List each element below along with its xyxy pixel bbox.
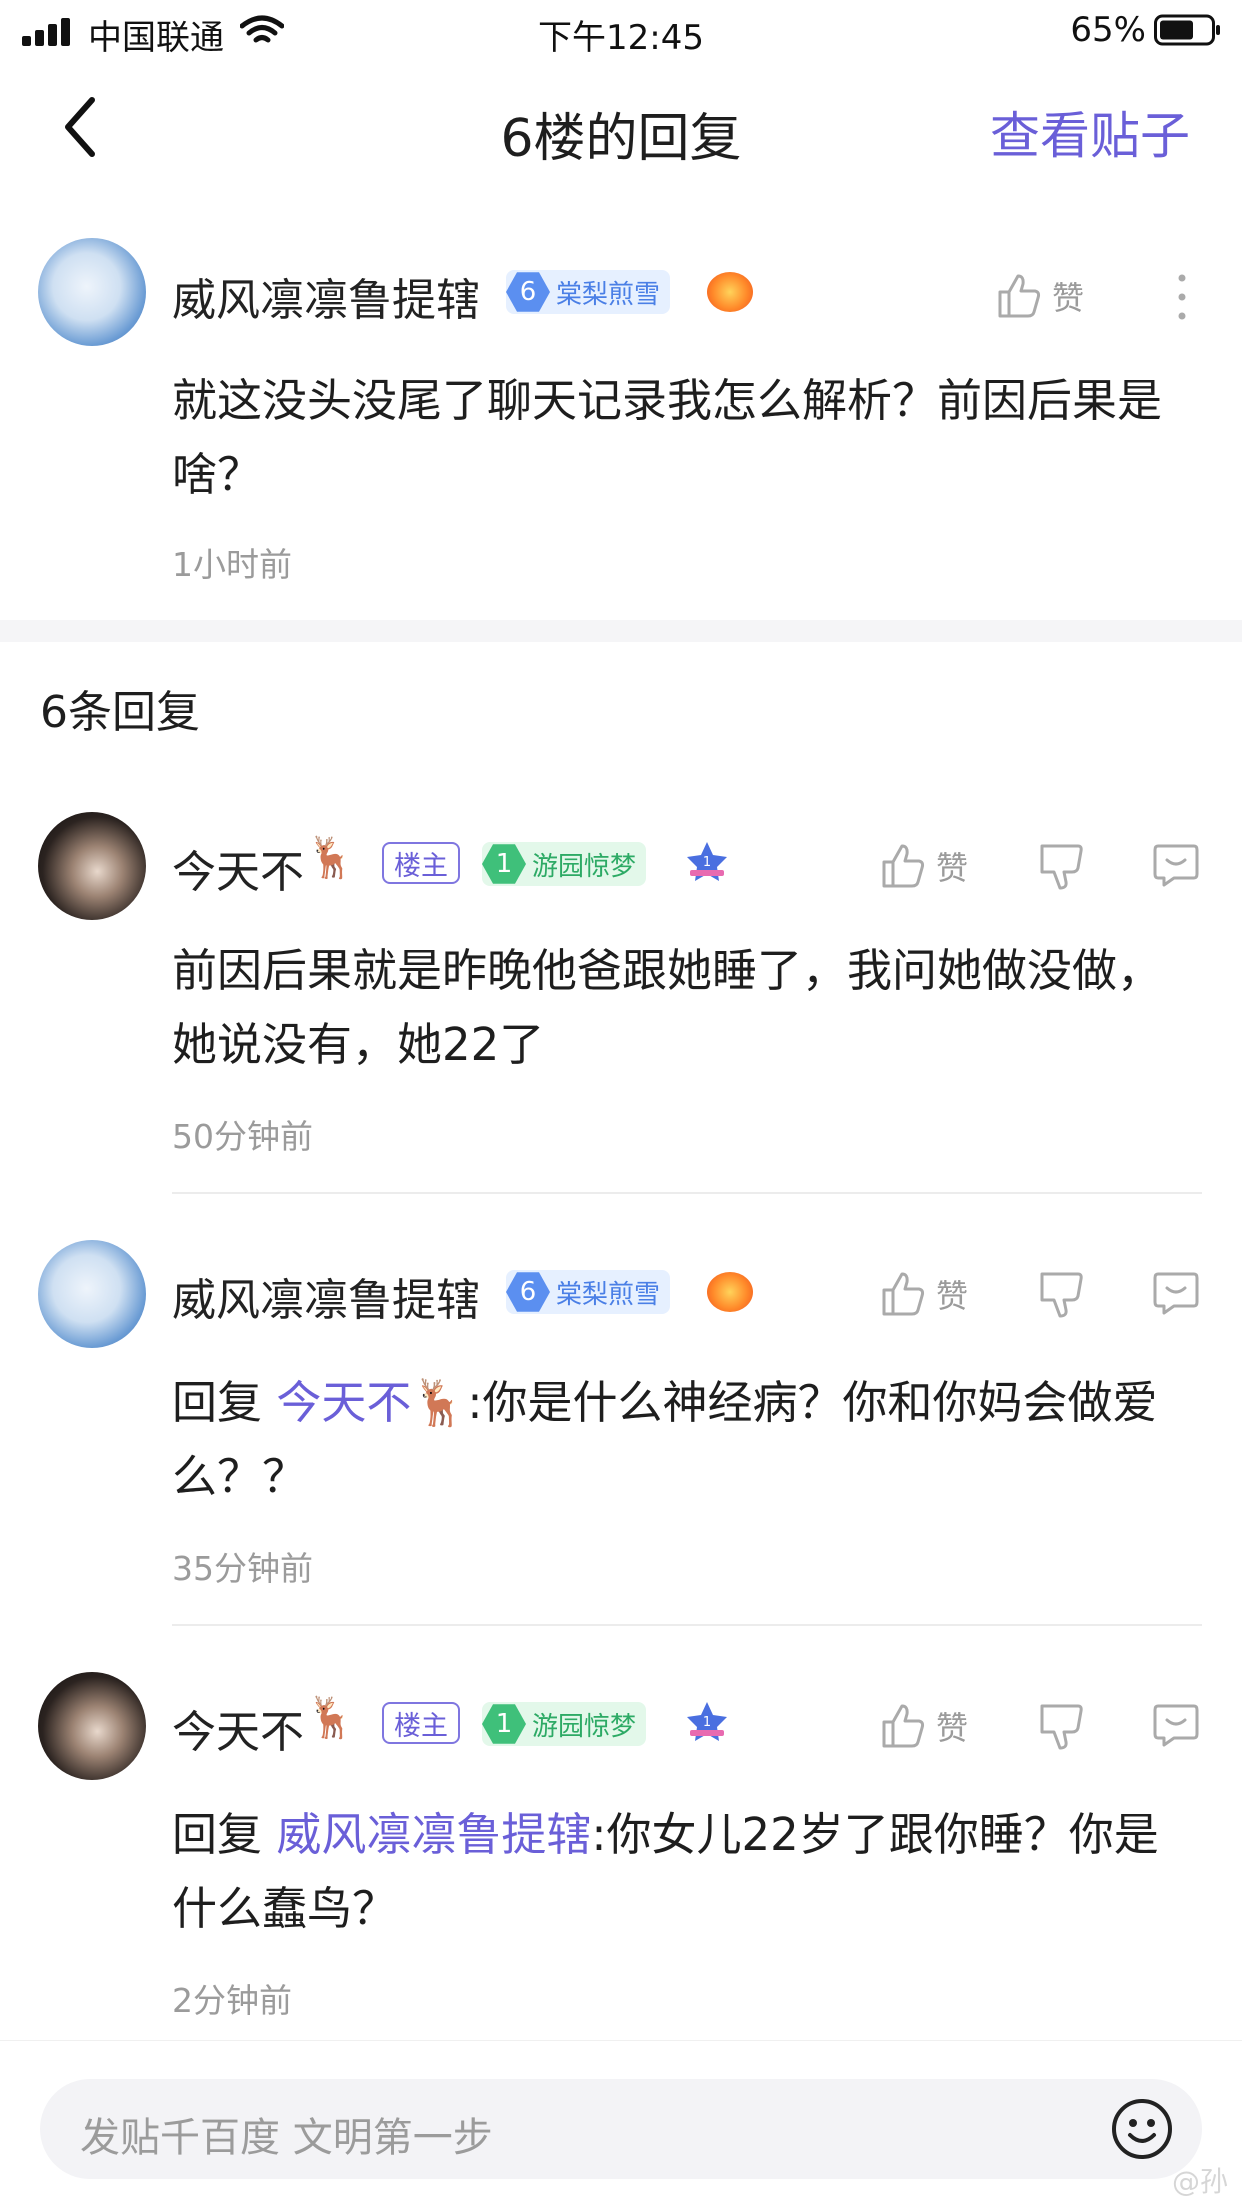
svg-text:1: 1 [703,855,711,870]
mention-link[interactable]: 威风凛凛鲁提辖 [276,1808,591,1861]
battery-icon [1154,14,1220,46]
like-button[interactable]: 赞 [880,1698,968,1754]
deer-icon: 🦌 [306,835,356,881]
section-divider [0,620,1242,642]
username[interactable]: 今天不 [172,836,304,900]
level-badge: 1 游园惊梦 [482,1702,647,1746]
input-placeholder: 发贴千百度 文明第一步 [80,2115,493,2161]
timestamp: 2分钟前 [172,1981,292,2020]
reply-content: 前因后果就是昨晚他爸跟她睡了，我问她做没做，她说没有，她22了 [172,944,1163,1071]
status-bar: 中国联通 下午12:45 65% [0,0,1242,62]
deer-icon: 🦌 [306,1695,356,1741]
clock: 下午12:45 [538,18,704,58]
emoji-icon[interactable] [1110,2097,1174,2161]
thumbs-up-icon [882,1272,925,1316]
username[interactable]: 威风凛凛鲁提辖 [172,1264,480,1328]
like-button[interactable]: 赞 [880,838,968,894]
reply-content: 回复 今天不🦌:你是什么神经病？你和你妈会做爱么？？ [172,1366,1172,1514]
post-content: 就这没头没尾了聊天记录我怎么解析？前因后果是啥？ [172,374,1163,501]
rank-badge-icon: 1 [687,842,727,881]
timestamp: 50分钟前 [172,1117,313,1156]
avatar[interactable] [38,812,146,920]
reply-item: 今天不 🦌 楼主 1 游园惊梦 1 赞 前因后果就是昨晚他爸跟她睡了，我问她做没… [0,800,1242,1194]
comment-bar: 发贴千百度 文明第一步 @孙 [0,2040,1242,2208]
reply-item: 今天不 🦌 楼主 1 游园惊梦 1 赞 回复 威风凛凛鲁提辖:你女儿22岁了跟你… [0,1664,1242,2034]
timestamp: 35分钟前 [172,1549,313,1588]
main-post: 威风凛凛鲁提辖 6 棠梨煎雪 赞 就这没头没尾了聊天记录我怎么解析？前因后果是啥… [0,192,1242,620]
watermark: @孙 [1171,2165,1228,2198]
avatar[interactable] [38,1240,146,1348]
divider [172,1624,1202,1626]
owner-badge: 楼主 [382,842,460,884]
view-post-link[interactable]: 查看贴子 [990,96,1190,168]
divider [172,1192,1202,1194]
username[interactable]: 今天不 [172,1696,304,1760]
like-button[interactable]: 赞 [880,1266,968,1322]
gamepad-badge-icon [707,272,753,312]
reply-prefix: 回复 [172,1808,277,1861]
more-icon[interactable] [1176,272,1188,322]
thumbs-down-icon[interactable] [1038,1270,1084,1318]
mention-link[interactable]: 今天不 [276,1376,411,1429]
avatar[interactable] [38,1672,146,1780]
svg-text:1: 1 [703,1715,711,1730]
replies-count: 6条回复 [40,687,200,738]
avatar[interactable] [38,238,146,346]
thumbs-up-icon [882,844,925,888]
deer-icon: 🦌 [411,1376,468,1429]
username[interactable]: 威风凛凛鲁提辖 [172,264,480,328]
comment-icon[interactable] [1152,1702,1200,1748]
owner-badge: 楼主 [382,1702,460,1744]
comment-input[interactable]: 发贴千百度 文明第一步 [40,2079,1202,2179]
level-badge: 1 游园惊梦 [482,842,647,886]
reply-prefix: 回复 [172,1376,277,1429]
thumbs-up-icon [882,1704,925,1748]
thumbs-down-icon[interactable] [1038,842,1084,890]
rank-badge-icon: 1 [687,1702,727,1741]
level-badge: 6 棠梨煎雪 [506,270,671,314]
thumbs-down-icon[interactable] [1038,1702,1084,1750]
level-badge: 6 棠梨煎雪 [506,1270,671,1314]
timestamp: 1小时前 [172,545,292,584]
comment-icon[interactable] [1152,1270,1200,1316]
like-button[interactable]: 赞 [996,268,1084,324]
comment-icon[interactable] [1152,842,1200,888]
gamepad-badge-icon [707,1272,753,1312]
thumbs-up-icon [998,274,1041,318]
battery-percent: 65% [1070,10,1146,50]
reply-item: 威风凛凛鲁提辖 6 棠梨煎雪 赞 回复 今天不🦌:你是什么神经病？你和你妈会做爱… [0,1232,1242,1626]
reply-content: 回复 威风凛凛鲁提辖:你女儿22岁了跟你睡？你是什么蠢鸟？ [172,1798,1172,1946]
nav-bar: 6楼的回复 查看贴子 [0,62,1242,192]
